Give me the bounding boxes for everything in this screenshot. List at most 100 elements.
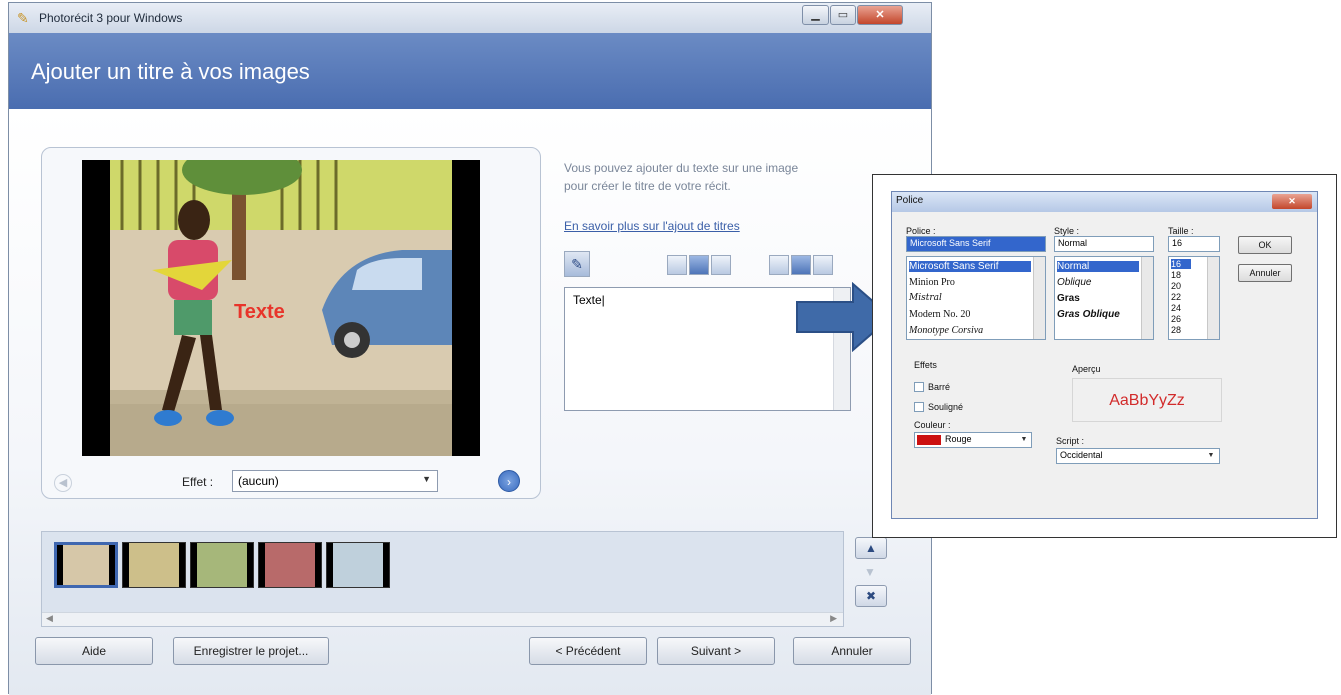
previous-image-icon[interactable]: ◀ bbox=[54, 474, 72, 492]
filmstrip-thumbnail[interactable] bbox=[190, 542, 254, 588]
style-list-item[interactable]: Oblique bbox=[1057, 277, 1091, 288]
chevron-down-icon: ▼ bbox=[1207, 452, 1215, 459]
font-dialog-frame: Police ✕ Police : Microsoft Sans Serif M… bbox=[872, 174, 1337, 538]
align-top-left-button[interactable] bbox=[667, 255, 687, 275]
chevron-down-icon: ▼ bbox=[1020, 436, 1028, 443]
font-label: Police : bbox=[906, 226, 936, 236]
style-input[interactable]: Normal bbox=[1054, 236, 1154, 252]
style-label: Style : bbox=[1054, 226, 1080, 236]
preview-label: Aperçu bbox=[1072, 364, 1101, 374]
filmstrip-thumbnail[interactable] bbox=[326, 542, 390, 588]
strikeout-checkbox[interactable] bbox=[914, 382, 924, 392]
font-list-item[interactable]: Minion Pro bbox=[909, 277, 955, 288]
filmstrip-thumbnail[interactable] bbox=[258, 542, 322, 588]
style-list-item[interactable]: Gras bbox=[1057, 293, 1080, 304]
font-dialog-title: Police bbox=[896, 195, 924, 206]
font-list-item[interactable]: Microsoft Sans Serif bbox=[909, 261, 1031, 272]
help-link[interactable]: En savoir plus sur l'ajout de titres bbox=[564, 219, 740, 233]
font-list[interactable]: Microsoft Sans Serif Minion Pro Mistral … bbox=[906, 256, 1046, 340]
style-list-item[interactable]: Normal bbox=[1057, 261, 1139, 272]
chevron-down-icon: ▼ bbox=[422, 474, 431, 484]
font-button[interactable]: ✎ bbox=[564, 251, 590, 277]
strikeout-label: Barré bbox=[928, 382, 951, 392]
header-banner: Ajouter un titre à vos images bbox=[9, 33, 931, 109]
size-list-item[interactable]: 22 bbox=[1171, 292, 1181, 302]
maximize-button[interactable]: ▭ bbox=[830, 5, 856, 25]
dialog-cancel-button[interactable]: Annuler bbox=[1238, 264, 1292, 282]
cancel-button[interactable]: Annuler bbox=[793, 637, 911, 665]
delete-icon: ✖ bbox=[865, 589, 877, 603]
scroll-left-icon[interactable]: ◀ bbox=[46, 613, 53, 624]
size-list-item[interactable]: 28 bbox=[1171, 325, 1181, 335]
filmstrip-scrollbar[interactable]: ◀ ▶ bbox=[42, 612, 843, 626]
help-text: Vous pouvez ajouter du texte sur une ima… bbox=[564, 161, 799, 193]
color-value: Rouge bbox=[945, 434, 972, 444]
script-select[interactable]: Occidental ▼ bbox=[1056, 448, 1220, 464]
next-button[interactable]: Suivant > bbox=[657, 637, 775, 665]
window-title: Photorécit 3 pour Windows bbox=[39, 11, 183, 25]
script-value: Occidental bbox=[1060, 450, 1103, 460]
color-select[interactable]: Rouge ▼ bbox=[914, 432, 1032, 448]
font-dialog: Police ✕ Police : Microsoft Sans Serif M… bbox=[891, 191, 1318, 519]
style-list-item[interactable]: Gras Oblique bbox=[1057, 309, 1120, 320]
align-mid-center-button[interactable] bbox=[791, 255, 811, 275]
font-dialog-titlebar: Police ✕ bbox=[892, 192, 1317, 212]
effect-select[interactable]: (aucun) ▼ bbox=[232, 470, 438, 492]
content-area: Texte ◀ Effet : (aucun) ▼ › Vous pouvez … bbox=[9, 109, 931, 695]
size-list-scrollbar[interactable] bbox=[1207, 257, 1219, 339]
font-list-item[interactable]: Monotype Corsiva bbox=[909, 325, 983, 336]
size-input[interactable]: 16 bbox=[1168, 236, 1220, 252]
color-swatch bbox=[917, 435, 941, 445]
preview-title-text: Texte bbox=[234, 301, 285, 323]
align-top-center-button[interactable] bbox=[689, 255, 709, 275]
title-bar: ✎ Photorécit 3 pour Windows ▁ ▭ ✕ bbox=[9, 3, 931, 33]
size-list-item[interactable]: 24 bbox=[1171, 303, 1181, 313]
align-top-right-button[interactable] bbox=[711, 255, 731, 275]
arrow-up-icon: ▲ bbox=[865, 541, 877, 555]
arrow-down-icon: ▼ bbox=[864, 565, 876, 579]
font-list-scrollbar[interactable] bbox=[1033, 257, 1045, 339]
scroll-right-icon[interactable]: ▶ bbox=[830, 613, 837, 624]
size-label: Taille : bbox=[1168, 226, 1194, 236]
align-mid-left-button[interactable] bbox=[769, 255, 789, 275]
underline-label: Souligné bbox=[928, 402, 964, 412]
size-list-item[interactable]: 18 bbox=[1171, 270, 1181, 280]
title-text-value: Texte| bbox=[573, 293, 605, 307]
pen-icon: ✎ bbox=[571, 256, 583, 272]
filmstrip-thumbnail[interactable] bbox=[54, 542, 118, 588]
minimize-button[interactable]: ▁ bbox=[802, 5, 829, 25]
close-button[interactable]: ✕ bbox=[857, 5, 903, 25]
move-up-button[interactable]: ▲ bbox=[855, 537, 887, 559]
filmstrip: ◀ ▶ bbox=[41, 531, 844, 627]
preview-illustration: Texte bbox=[110, 160, 452, 456]
color-label: Couleur : bbox=[914, 420, 951, 430]
image-preview[interactable]: Texte bbox=[82, 160, 480, 456]
image-panel: Texte ◀ Effet : (aucun) ▼ › bbox=[41, 147, 541, 499]
style-list-scrollbar[interactable] bbox=[1141, 257, 1153, 339]
effect-label: Effet : bbox=[182, 475, 214, 489]
font-list-item[interactable]: Modern No. 20 bbox=[909, 309, 970, 320]
style-list[interactable]: Normal Oblique Gras Gras Oblique bbox=[1054, 256, 1154, 340]
font-preview: AaBbYyZz bbox=[1072, 378, 1222, 422]
size-list-item[interactable]: 26 bbox=[1171, 314, 1181, 324]
filmstrip-thumbnail[interactable] bbox=[122, 542, 186, 588]
align-mid-right-button[interactable] bbox=[813, 255, 833, 275]
size-list[interactable]: 16 18 20 22 24 26 28 bbox=[1168, 256, 1220, 340]
previous-button[interactable]: < Précédent bbox=[529, 637, 647, 665]
script-label: Script : bbox=[1056, 436, 1085, 446]
help-button[interactable]: Aide bbox=[35, 637, 153, 665]
ok-button[interactable]: OK bbox=[1238, 236, 1292, 254]
delete-button[interactable]: ✖ bbox=[855, 585, 887, 607]
effects-label: Effets bbox=[914, 360, 937, 370]
effect-value: (aucun) bbox=[238, 474, 279, 488]
page-title: Ajouter un titre à vos images bbox=[31, 59, 310, 84]
save-project-button[interactable]: Enregistrer le projet... bbox=[173, 637, 329, 665]
font-dialog-close-button[interactable]: ✕ bbox=[1272, 194, 1312, 209]
size-list-item[interactable]: 20 bbox=[1171, 281, 1181, 291]
next-image-icon[interactable]: › bbox=[498, 470, 520, 492]
underline-checkbox[interactable] bbox=[914, 402, 924, 412]
font-name-input[interactable]: Microsoft Sans Serif bbox=[906, 236, 1046, 252]
font-list-item[interactable]: Mistral bbox=[909, 293, 942, 303]
size-list-item[interactable]: 16 bbox=[1171, 259, 1191, 269]
app-icon: ✎ bbox=[17, 10, 29, 26]
